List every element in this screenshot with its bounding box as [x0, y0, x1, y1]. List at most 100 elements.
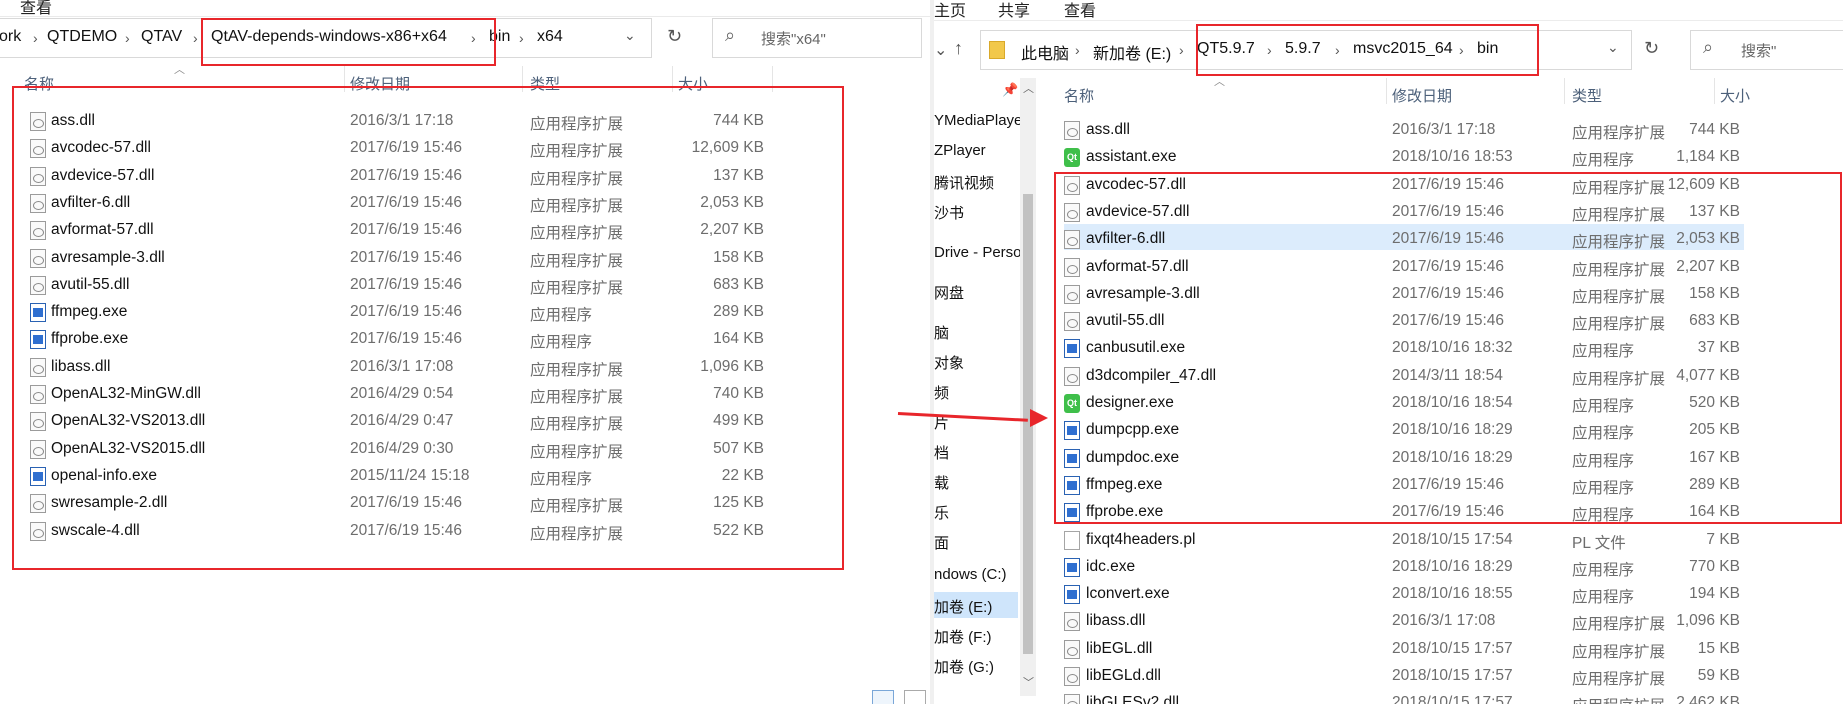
dll-file-icon: [1064, 612, 1080, 632]
left-crumb-5[interactable]: x64: [537, 28, 563, 46]
scroll-up-icon[interactable]: ︿: [1023, 80, 1034, 96]
file-date: 2018/10/15 17:57: [1392, 639, 1513, 657]
nav-item[interactable]: 面: [934, 532, 949, 553]
file-row[interactable]: libEGL.dll 2018/10/15 17:57 应用程序扩展 15 KB: [1064, 636, 1744, 663]
left-search-box[interactable]: ⌕ 搜索"x64": [712, 18, 922, 58]
file-size: 194 KB: [1689, 585, 1740, 603]
right-back-dropdown-icon[interactable]: ⌄: [934, 40, 947, 60]
ribbon-tab-view[interactable]: 查看: [1064, 0, 1096, 21]
dll-file-icon: [1064, 694, 1080, 704]
file-type: 应用程序扩展: [1572, 671, 1666, 688]
file-row[interactable]: Qt assistant.exe 2018/10/16 18:53 应用程序 1,184…: [1064, 144, 1744, 171]
right-header-date[interactable]: 修改日期: [1392, 85, 1452, 106]
file-date: 2018/10/16 18:53: [1392, 148, 1513, 166]
file-name: lconvert.exe: [1086, 585, 1170, 603]
file-row[interactable]: libEGLd.dll 2018/10/15 17:57 应用程序扩展 59 KB: [1064, 663, 1744, 690]
ribbon-tab-share[interactable]: 共享: [998, 0, 1030, 21]
right-crumb-sep-icon[interactable]: ›: [1075, 42, 1080, 58]
nav-item[interactable]: 脑: [934, 322, 949, 343]
left-top-strip: 查看: [0, 0, 934, 17]
right-header-size[interactable]: 大小: [1720, 85, 1750, 106]
file-type: 应用程序: [1572, 561, 1635, 579]
left-address-dropdown-icon[interactable]: ⌄: [624, 27, 636, 44]
file-row[interactable]: idc.exe 2018/10/16 18:29 应用程序 770 KB: [1064, 554, 1744, 581]
file-date: 2018/10/15 17:54: [1392, 530, 1513, 548]
file-type: 应用程序扩展: [1572, 694, 1665, 704]
nav-item[interactable]: 载: [934, 472, 949, 493]
right-search-box[interactable]: ⌕ 搜索": [1690, 30, 1843, 70]
left-search-icon: ⌕: [725, 25, 736, 45]
left-crumb-sep-icon[interactable]: ›: [193, 30, 198, 46]
left-crumb-0[interactable]: ork: [0, 28, 21, 46]
file-name: assistant.exe: [1086, 148, 1177, 166]
file-size: 15 KB: [1697, 639, 1740, 657]
file-size: 744 KB: [1689, 121, 1740, 138]
nav-item[interactable]: 沙书: [934, 202, 964, 223]
nav-item[interactable]: 档: [934, 442, 949, 463]
left-search-placeholder: 搜索"x64": [761, 31, 826, 48]
right-address-dropdown-icon[interactable]: ⌄: [1607, 39, 1619, 56]
right-crumb-sep-icon[interactable]: ›: [1179, 42, 1184, 58]
left-crumb-sep-icon[interactable]: ›: [519, 30, 524, 46]
file-type: 应用程序扩展: [1572, 125, 1666, 142]
file-row[interactable]: ass.dll 2016/3/1 17:18 应用程序扩展 744 KB: [1064, 117, 1744, 144]
nav-item[interactable]: 对象: [934, 352, 964, 373]
nav-item[interactable]: 频: [934, 382, 949, 403]
nav-item[interactable]: 加卷 (F:): [934, 626, 992, 647]
nav-item[interactable]: 加卷 (E:): [934, 596, 992, 617]
file-name: idc.exe: [1086, 557, 1136, 575]
right-ribbon: 主页 共享 查看: [934, 0, 1843, 21]
file-date: 2016/3/1 17:08: [1392, 612, 1496, 630]
file-name: fixqt4headers.pl: [1086, 530, 1196, 548]
right-crumb-0[interactable]: 此电脑: [1021, 40, 1069, 64]
large-icons-view-icon[interactable]: [904, 690, 926, 704]
file-row[interactable]: libGLESv2.dll 2018/10/15 17:57 应用程序扩展 2,462…: [1064, 690, 1744, 704]
file-size: 7 KB: [1706, 530, 1740, 548]
left-sort-caret-icon: ︿: [174, 64, 185, 76]
nav-item[interactable]: Drive - Perso: [934, 244, 1022, 261]
nav-item[interactable]: ZPlayer: [934, 142, 986, 159]
right-header-name[interactable]: 名称: [1064, 85, 1094, 106]
left-view-menu[interactable]: 查看: [20, 0, 52, 18]
file-size: 1,184 KB: [1676, 148, 1740, 166]
right-col-divider[interactable]: [1714, 78, 1715, 104]
nav-item[interactable]: 网盘: [934, 282, 964, 303]
left-crumb-1[interactable]: QTDEMO: [47, 28, 117, 46]
nav-item[interactable]: YMediaPlaye: [934, 112, 1022, 129]
file-size: 1,096 KB: [1676, 612, 1740, 630]
scroll-down-icon[interactable]: ﹀: [1023, 674, 1034, 690]
right-col-divider[interactable]: [1386, 78, 1387, 104]
dll-file-icon: [1064, 667, 1080, 686]
pin-icon[interactable]: 📌: [1002, 82, 1018, 98]
file-name: libEGLd.dll: [1086, 667, 1161, 684]
left-files-highlight-box: [12, 86, 844, 570]
file-type: 应用程序扩展: [1572, 643, 1666, 661]
file-type: 应用程序: [1572, 589, 1635, 607]
right-header-type[interactable]: 类型: [1572, 85, 1602, 106]
right-up-icon[interactable]: ↑: [954, 38, 963, 59]
file-row[interactable]: lconvert.exe 2018/10/16 18:55 应用程序 194 KB: [1064, 581, 1744, 608]
file-date: 2016/3/1 17:18: [1392, 121, 1496, 138]
file-row[interactable]: fixqt4headers.pl 2018/10/15 17:54 PL 文件 7 K…: [1064, 527, 1744, 554]
details-view-icon[interactable]: [872, 690, 894, 704]
ribbon-tab-home[interactable]: 主页: [934, 0, 966, 21]
nav-item[interactable]: 加卷 (G:): [934, 656, 994, 677]
file-row[interactable]: libass.dll 2016/3/1 17:08 应用程序扩展 1,096 KB: [1064, 608, 1744, 635]
nav-item[interactable]: ndows (C:): [934, 566, 1007, 583]
pl-file-icon: [1064, 530, 1080, 550]
file-name: libass.dll: [1086, 612, 1146, 630]
left-refresh-icon[interactable]: ↻: [667, 26, 682, 47]
nav-scrollbar[interactable]: ︿ ﹀: [1020, 78, 1036, 696]
nav-item[interactable]: 乐: [934, 502, 949, 523]
file-name: libGLESv2.dll: [1086, 694, 1180, 704]
left-crumb-2[interactable]: QTAV: [141, 28, 182, 46]
left-crumb-sep-icon[interactable]: ›: [125, 30, 130, 46]
right-col-divider[interactable]: [1564, 78, 1565, 104]
exe-file-icon: [1064, 585, 1080, 605]
file-size: 2,462 KB: [1676, 694, 1740, 704]
right-refresh-icon[interactable]: ↻: [1644, 38, 1659, 59]
nav-item[interactable]: 腾讯视频: [934, 172, 994, 193]
right-crumb-1[interactable]: 新加卷 (E:): [1093, 40, 1171, 64]
left-crumb-sep-icon[interactable]: ›: [33, 30, 38, 46]
file-date: 2018/10/15 17:57: [1392, 667, 1513, 684]
